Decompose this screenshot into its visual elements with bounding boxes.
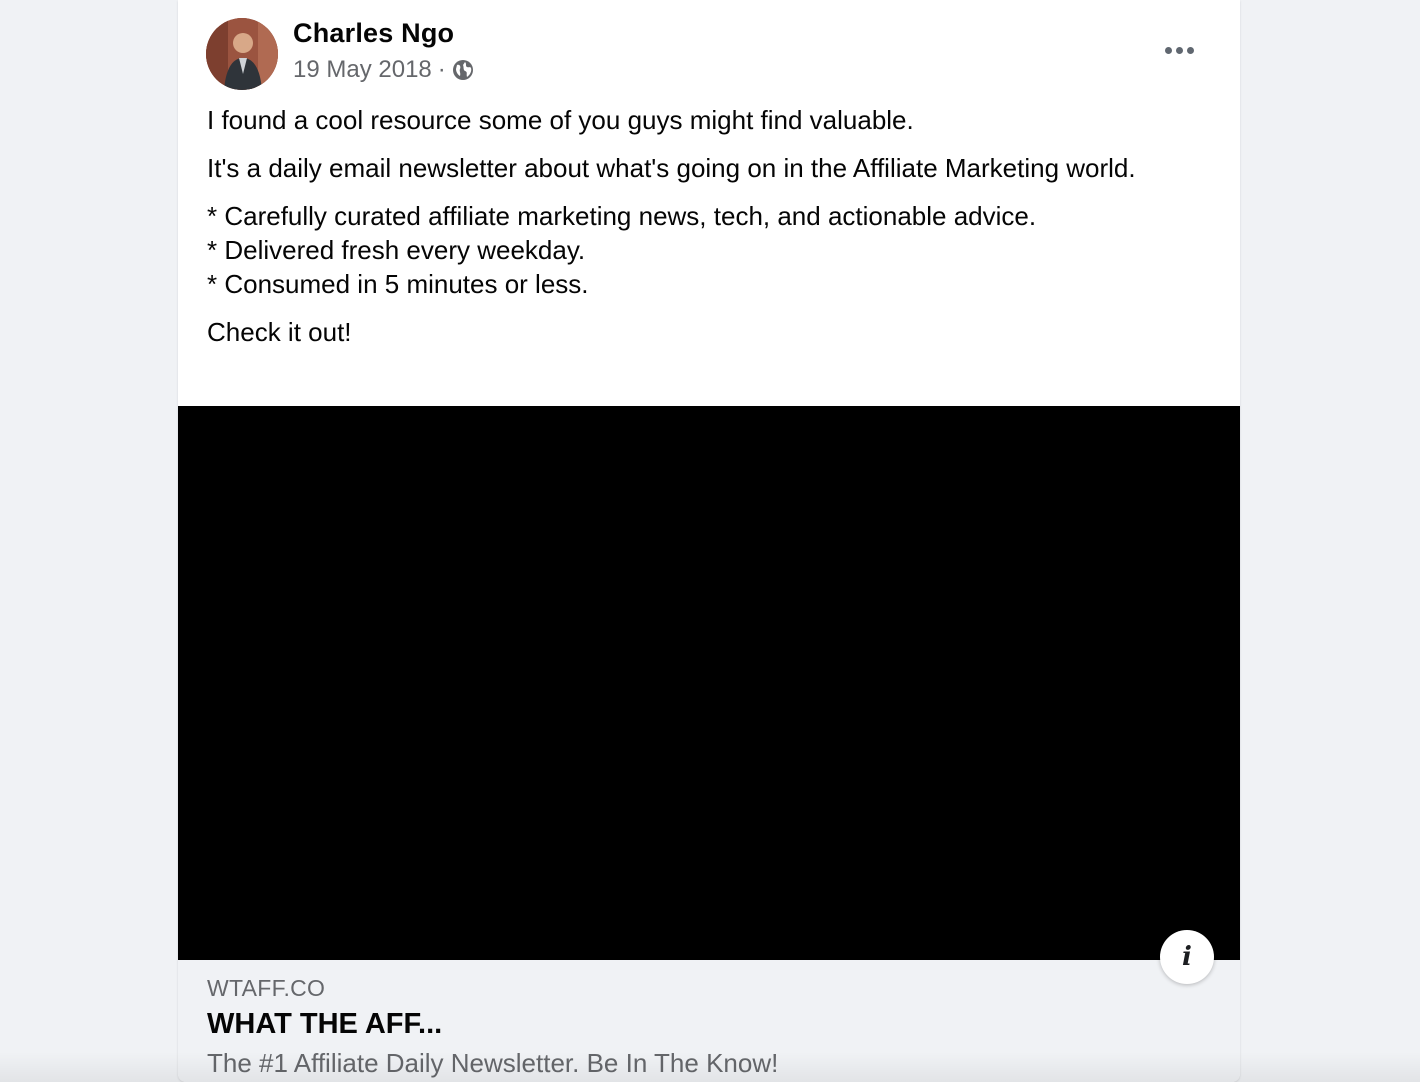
link-preview-image[interactable] xyxy=(178,406,1240,960)
post-card: Charles Ngo 19 May 2018 · I found a cool… xyxy=(178,0,1240,1082)
post-bullet: * Carefully curated affiliate marketing … xyxy=(207,201,1037,231)
globe-icon xyxy=(452,59,474,81)
link-title[interactable]: WHAT THE AFF... xyxy=(207,1008,442,1041)
link-domain: WTAFF.CO xyxy=(207,975,326,1001)
author-avatar[interactable] xyxy=(206,18,278,90)
post-bullet: * Delivered fresh every weekday. xyxy=(207,235,586,265)
post-meta: 19 May 2018 · xyxy=(293,56,474,84)
post-paragraph: It's a daily email newsletter about what… xyxy=(207,153,1136,183)
post-paragraph: I found a cool resource some of you guys… xyxy=(207,105,914,135)
post-date[interactable]: 19 May 2018 xyxy=(293,56,432,84)
post-text: I found a cool resource some of you guys… xyxy=(207,103,1207,363)
post-bullet: * Consumed in 5 minutes or less. xyxy=(207,269,589,299)
link-preview-details[interactable]: WTAFF.CO WHAT THE AFF... The #1 Affiliat… xyxy=(178,960,1240,1082)
post-bullet-list: * Carefully curated affiliate marketing … xyxy=(207,199,1207,301)
post-closing: Check it out! xyxy=(207,317,352,347)
link-description: The #1 Affiliate Daily Newsletter. Be In… xyxy=(207,1048,779,1078)
author-name[interactable]: Charles Ngo xyxy=(293,18,454,49)
info-icon[interactable]: i xyxy=(1160,930,1214,984)
meta-separator: · xyxy=(437,56,446,83)
post-header: Charles Ngo 19 May 2018 · xyxy=(178,0,1240,100)
more-options-icon[interactable] xyxy=(1158,36,1200,64)
